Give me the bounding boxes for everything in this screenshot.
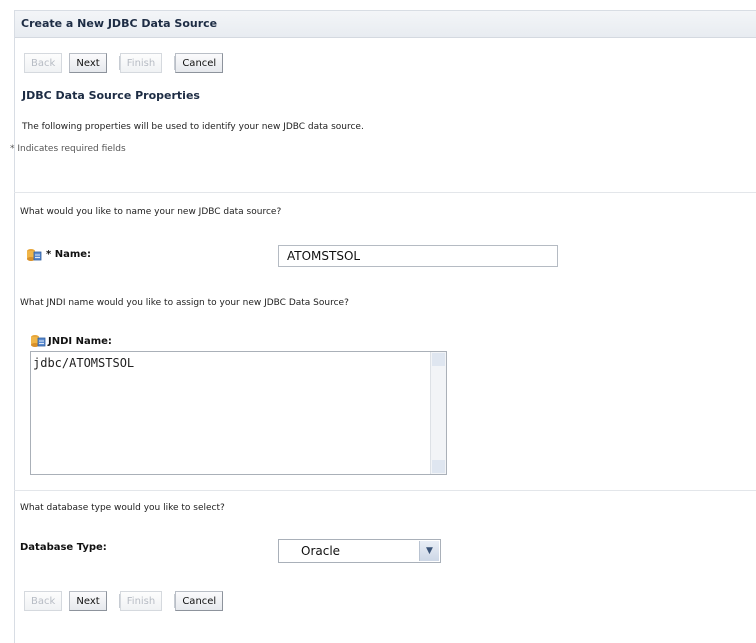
next-button[interactable]: Next bbox=[69, 591, 107, 611]
db-type-question: What database type would you like to sel… bbox=[20, 503, 225, 513]
chevron-down-icon[interactable]: ▼ bbox=[419, 541, 439, 561]
back-button[interactable]: Back bbox=[24, 53, 63, 73]
title-bar: Create a New JDBC Data Source bbox=[15, 11, 756, 38]
database-icon bbox=[27, 249, 42, 261]
jndi-label: JNDI Name: bbox=[48, 336, 112, 347]
scroll-up-arrow[interactable] bbox=[432, 353, 445, 366]
top-button-row: Back Next Finish Cancel bbox=[24, 53, 225, 73]
cancel-button[interactable]: Cancel bbox=[175, 53, 224, 73]
db-type-select[interactable]: Oracle ▼ bbox=[278, 539, 441, 563]
jndi-textarea[interactable]: jdbc/ATOMSTSOL bbox=[30, 351, 447, 475]
database-icon bbox=[31, 335, 46, 347]
jndi-question: What JNDI name would you like to assign … bbox=[20, 298, 349, 308]
name-label: * Name: bbox=[46, 249, 92, 260]
section-heading: JDBC Data Source Properties bbox=[22, 89, 200, 102]
jndi-value: jdbc/ATOMSTSOL bbox=[33, 356, 135, 370]
back-button[interactable]: Back bbox=[24, 591, 63, 611]
cancel-button[interactable]: Cancel bbox=[175, 591, 224, 611]
jndi-scrollbar[interactable] bbox=[430, 352, 446, 474]
db-type-selected: Oracle bbox=[301, 544, 341, 558]
finish-button[interactable]: Finish bbox=[119, 53, 163, 73]
required-note: * Indicates required fields bbox=[10, 144, 126, 154]
divider bbox=[14, 192, 756, 193]
scroll-down-arrow[interactable] bbox=[432, 460, 445, 473]
divider bbox=[14, 490, 756, 491]
db-type-label: Database Type: bbox=[20, 542, 107, 553]
bottom-button-row: Back Next Finish Cancel bbox=[24, 591, 225, 611]
name-question: What would you like to name your new JDB… bbox=[20, 207, 282, 217]
finish-button[interactable]: Finish bbox=[119, 591, 163, 611]
dialog-title: Create a New JDBC Data Source bbox=[21, 17, 218, 30]
next-button[interactable]: Next bbox=[69, 53, 107, 73]
name-input[interactable]: ATOMSTSOL bbox=[278, 245, 558, 267]
section-description: The following properties will be used to… bbox=[22, 122, 364, 132]
